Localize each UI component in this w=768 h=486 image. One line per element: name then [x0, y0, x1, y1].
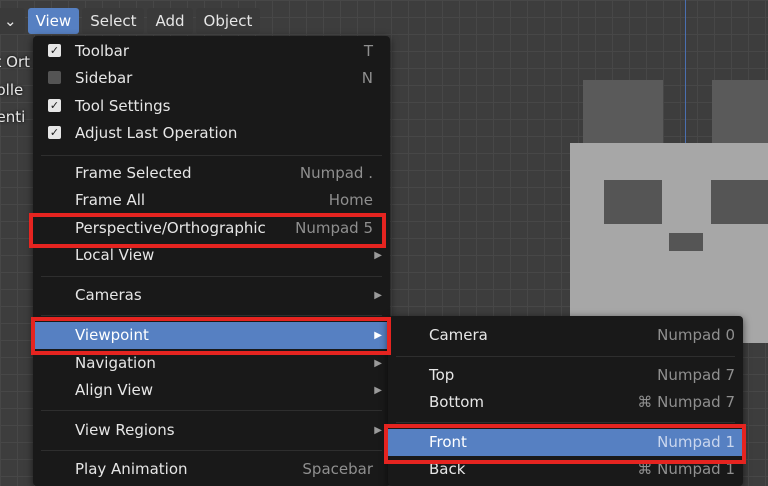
menu-separator: [41, 410, 382, 411]
menu-item-cameras[interactable]: Cameras ▶: [33, 282, 390, 309]
menu-item-label: Sidebar: [75, 69, 133, 87]
menu-item-label: View Regions: [75, 421, 175, 439]
menu-item-shortcut: Numpad 7: [657, 366, 735, 384]
menu-item-shortcut: Spacebar: [302, 460, 373, 478]
menu-item-toolbar[interactable]: ✓ Toolbar T: [33, 38, 390, 65]
annotation-box-perspective: [29, 213, 386, 248]
menu-separator: [396, 422, 735, 423]
menu-item-label: Toolbar: [75, 42, 130, 60]
menu-item-adjust-last-operation[interactable]: ✓ Adjust Last Operation: [33, 120, 390, 147]
submenu-arrow-icon: ▶: [374, 290, 382, 301]
submenu-arrow-icon: ▶: [374, 425, 382, 436]
menu-item-shortcut: Numpad 0: [657, 326, 735, 344]
menu-add[interactable]: Add: [147, 8, 193, 34]
menu-item-shortcut: T: [363, 42, 373, 60]
menu-item-label: Align View: [75, 381, 153, 399]
submenu-arrow-icon: ▶: [374, 385, 382, 396]
menu-item-view-regions[interactable]: View Regions ▶: [33, 417, 390, 444]
menu-item-shortcut: N: [361, 69, 373, 87]
menu-separator: [41, 276, 382, 277]
menu-item-label: Frame Selected: [75, 164, 192, 182]
menu-view[interactable]: View: [27, 8, 80, 34]
menu-item-label: Camera: [429, 326, 488, 344]
model-block: [712, 80, 768, 144]
model-eye: [711, 180, 768, 224]
menu-item-label: Play Animation: [75, 460, 188, 478]
menu-item-label: Cameras: [75, 286, 142, 304]
annotation-box-front: [384, 424, 746, 464]
menu-item-label: Top: [429, 366, 455, 384]
checkbox-unchecked-icon[interactable]: [48, 71, 61, 84]
mode-dropdown[interactable]: e ⌄: [0, 8, 25, 34]
menu-item-label: Adjust Last Operation: [75, 124, 238, 142]
checkbox-checked-icon[interactable]: ✓: [48, 99, 61, 112]
viewport-view-name: nt Ort: [0, 53, 31, 71]
viewport-header: e ⌄ View Select Add Object: [0, 5, 263, 37]
menu-item-tool-settings[interactable]: ✓ Tool Settings: [33, 93, 390, 120]
submenu-item-bottom[interactable]: Bottom ⌘ Numpad 7: [388, 389, 743, 416]
menu-item-label: Bottom: [429, 393, 485, 411]
menu-item-frame-all[interactable]: Frame All Home: [33, 187, 390, 214]
menu-item-shortcut: ⌘ Numpad 7: [637, 393, 735, 411]
annotation-box-viewpoint: [31, 317, 391, 355]
submenu-item-camera[interactable]: Camera Numpad 0: [388, 322, 743, 349]
menu-object[interactable]: Object: [195, 8, 261, 34]
menu-item-label: Frame All: [75, 191, 146, 209]
menu-item-shortcut: Numpad .: [299, 164, 373, 182]
viewport-collection: Colle: [0, 81, 24, 99]
viewport-units: Centi: [0, 108, 26, 126]
menu-item-frame-selected[interactable]: Frame Selected Numpad .: [33, 160, 390, 187]
menu-item-align-view[interactable]: Align View ▶: [33, 377, 390, 404]
submenu-item-top[interactable]: Top Numpad 7: [388, 362, 743, 389]
menu-separator: [396, 356, 735, 357]
menu-separator: [41, 315, 382, 316]
menu-separator: [41, 155, 382, 156]
view-menu: ✓ Toolbar T Sidebar N ✓ Tool Settings ✓ …: [33, 36, 390, 486]
checkbox-checked-icon[interactable]: ✓: [48, 44, 61, 57]
menu-item-label: Tool Settings: [75, 97, 171, 115]
model-mouth: [669, 233, 703, 251]
checkbox-checked-icon[interactable]: ✓: [48, 126, 61, 139]
menu-item-shortcut: Home: [328, 191, 373, 209]
menu-item-sidebar[interactable]: Sidebar N: [33, 65, 390, 92]
menu-select[interactable]: Select: [82, 8, 145, 34]
menu-separator: [41, 450, 382, 451]
model-eye: [604, 180, 662, 224]
model-block: [583, 80, 663, 144]
menu-item-play-animation[interactable]: Play Animation Spacebar: [33, 456, 390, 483]
